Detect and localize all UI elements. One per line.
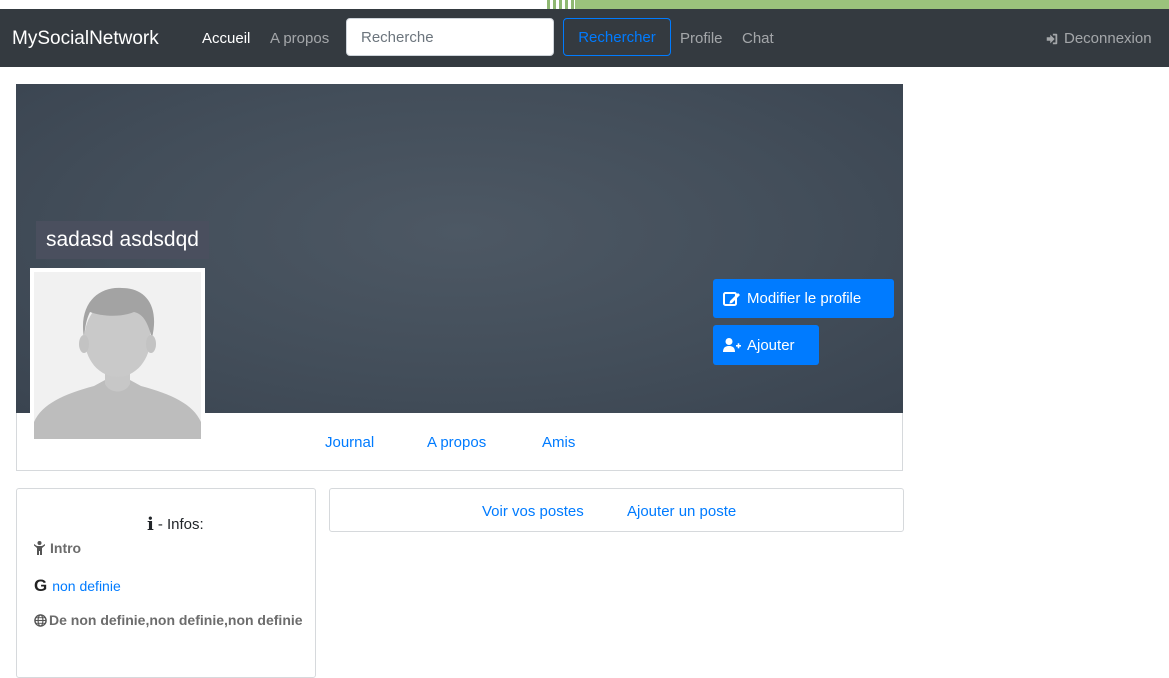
user-plus-icon — [723, 338, 741, 352]
nav-home[interactable]: Accueil — [202, 30, 250, 47]
info-icon: i — [147, 514, 154, 535]
posts-card — [329, 488, 904, 532]
info-intro: Intro — [34, 540, 81, 556]
strip-pattern — [547, 0, 575, 9]
brand-link[interactable]: MySocialNetwork — [12, 28, 159, 50]
strip-green — [575, 0, 1169, 9]
info-location-text: De non definie,non definie,non definie — [49, 612, 303, 628]
add-friend-label: Ajouter — [747, 336, 795, 354]
avatar-placeholder-icon — [34, 272, 201, 439]
logout-label: Deconnexion — [1064, 30, 1152, 47]
info-location: De non definie,non definie,non definie — [34, 610, 304, 630]
infos-title: i - Infos: — [147, 514, 204, 535]
navbar: MySocialNetwork Accueil A propos Recherc… — [0, 9, 1169, 67]
edit-profile-button[interactable]: Modifier le profile — [713, 279, 894, 318]
tab-about[interactable]: A propos — [427, 434, 486, 451]
nav-chat[interactable]: Chat — [742, 30, 774, 47]
globe-icon — [34, 614, 47, 627]
avatar[interactable] — [30, 268, 205, 439]
logout-link[interactable]: Deconnexion — [1045, 30, 1152, 47]
add-friend-button[interactable]: Ajouter — [713, 325, 819, 365]
tab-journal[interactable]: Journal — [325, 434, 374, 451]
nav-profile[interactable]: Profile — [680, 30, 723, 47]
infos-title-label: - Infos: — [157, 516, 204, 533]
info-gender-value[interactable]: non definie — [52, 578, 121, 594]
edit-profile-label: Modifier le profile — [747, 290, 862, 307]
search-button[interactable]: Rechercher — [563, 18, 671, 56]
nav-about[interactable]: A propos — [270, 30, 329, 47]
profile-name: sadasd asdsdqd — [36, 221, 209, 259]
search-input[interactable] — [346, 18, 554, 56]
tab-friends[interactable]: Amis — [542, 434, 575, 451]
info-gender: G non definie — [34, 576, 121, 596]
top-strip — [0, 0, 1169, 9]
add-post-link[interactable]: Ajouter un poste — [627, 503, 736, 520]
view-posts-link[interactable]: Voir vos postes — [482, 503, 584, 520]
child-icon — [34, 541, 45, 555]
logout-icon — [1046, 33, 1058, 44]
google-icon: G — [34, 576, 48, 595]
info-intro-label: Intro — [50, 540, 82, 556]
edit-icon — [723, 291, 740, 306]
